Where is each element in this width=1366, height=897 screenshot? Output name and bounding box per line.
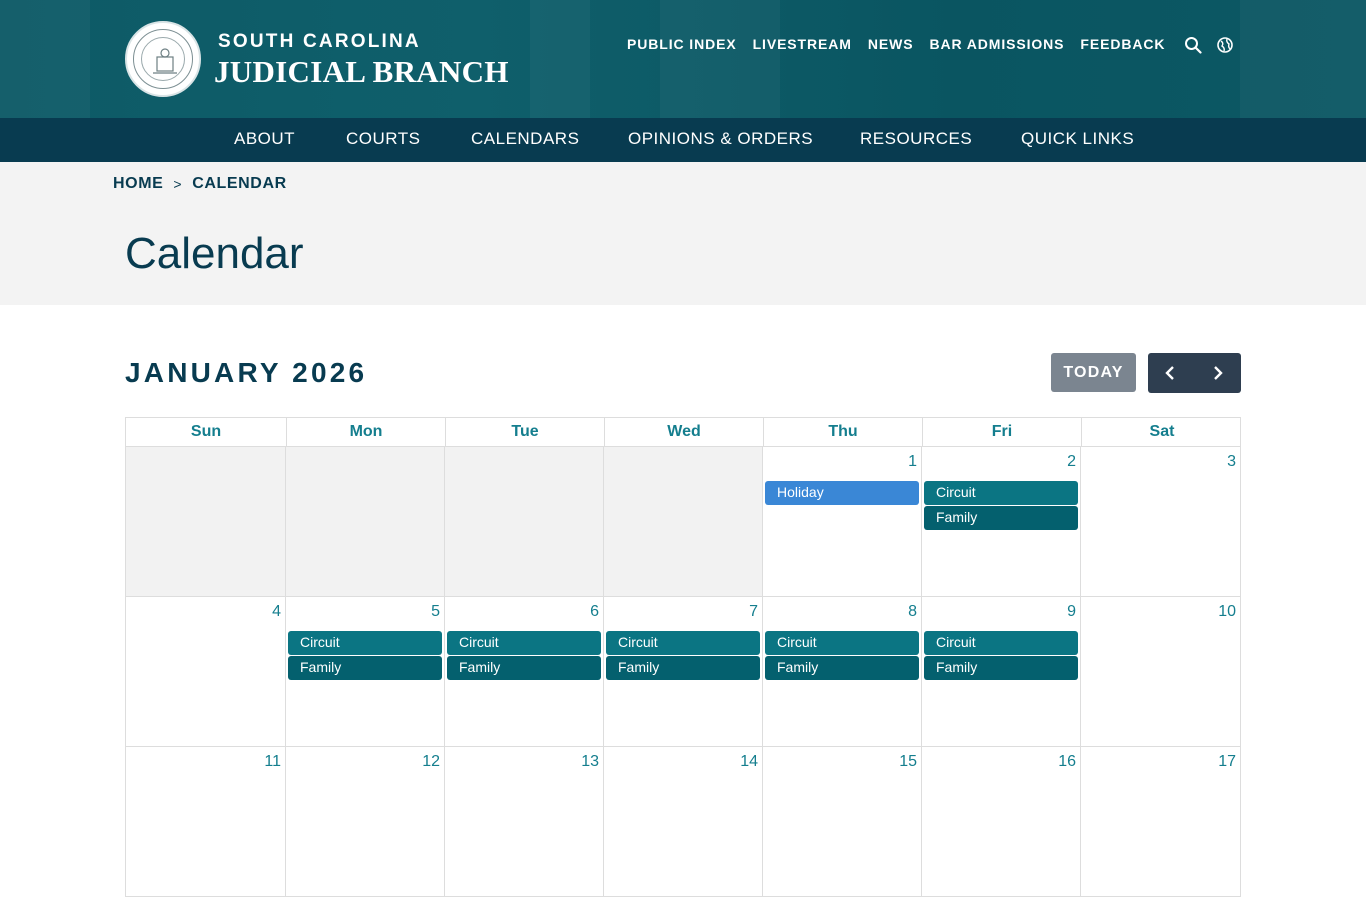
event-family[interactable]: Family (447, 656, 601, 680)
breadcrumb-current: CALENDAR (192, 175, 287, 192)
day-number[interactable]: 6 (590, 603, 599, 621)
nav-item-opinions-orders[interactable]: OPINIONS & ORDERS (628, 129, 813, 149)
day-number[interactable]: 7 (749, 603, 758, 621)
prev-month-button[interactable] (1148, 353, 1194, 393)
next-month-button[interactable] (1194, 353, 1240, 393)
day-number[interactable]: 15 (899, 753, 917, 771)
day-number[interactable]: 14 (740, 753, 758, 771)
brand-subtitle[interactable]: SOUTH CAROLINA (218, 31, 421, 53)
weekday-header: Sun Mon Tue Wed Thu Fri Sat (125, 417, 1241, 447)
weekday-fri: Fri (922, 418, 1081, 446)
calendar-month-label: JANUARY 2026 (125, 357, 368, 388)
chevron-right-icon (1214, 366, 1223, 380)
day-cell[interactable]: 12 (285, 747, 444, 897)
day-number[interactable]: 4 (272, 603, 281, 621)
nav-item-resources[interactable]: RESOURCES (860, 129, 972, 149)
page-title: Calendar (125, 229, 304, 278)
day-cell[interactable] (125, 447, 285, 597)
search-icon[interactable] (1184, 36, 1202, 54)
event-family[interactable]: Family (765, 656, 919, 680)
event-circuit[interactable]: Circuit (606, 631, 760, 655)
nav-item-calendars[interactable]: CALENDARS (471, 129, 579, 149)
breadcrumb: HOME > CALENDAR (113, 175, 287, 193)
event-circuit[interactable]: Circuit (447, 631, 601, 655)
nav-item-about[interactable]: ABOUT (234, 129, 295, 149)
month-pager (1148, 353, 1241, 393)
nav-item-courts[interactable]: COURTS (346, 129, 420, 149)
day-cell[interactable]: 10 (1080, 597, 1241, 747)
event-family[interactable]: Family (924, 506, 1078, 530)
day-cell[interactable]: 13 (444, 747, 603, 897)
day-number[interactable]: 2 (1067, 453, 1076, 471)
weekday-sun: Sun (190, 423, 222, 440)
day-cell[interactable]: 16 (921, 747, 1080, 897)
breadcrumb-separator: > (173, 176, 183, 192)
util-link-public-index[interactable]: PUBLIC INDEX (627, 36, 737, 52)
globe-icon[interactable] (1216, 36, 1234, 54)
day-number[interactable]: 10 (1218, 603, 1236, 621)
event-circuit[interactable]: Circuit (924, 481, 1078, 505)
util-link-livestream[interactable]: LIVESTREAM (753, 36, 852, 52)
chevron-left-icon (1165, 366, 1174, 380)
day-cell[interactable]: 1 Holiday (762, 447, 921, 597)
day-number[interactable]: 5 (431, 603, 440, 621)
event-circuit[interactable]: Circuit (765, 631, 919, 655)
main-nav: ABOUT COURTS CALENDARS OPINIONS & ORDERS… (0, 118, 1366, 162)
day-number[interactable]: 12 (422, 753, 440, 771)
day-number[interactable]: 11 (264, 753, 281, 771)
utility-nav: PUBLIC INDEX LIVESTREAM NEWS BAR ADMISSI… (627, 36, 1165, 52)
util-link-bar-admissions[interactable]: BAR ADMISSIONS (929, 36, 1064, 52)
day-cell[interactable]: 3 (1080, 447, 1241, 597)
court-seal-logo[interactable] (125, 21, 201, 97)
event-family[interactable]: Family (924, 656, 1078, 680)
day-cell[interactable]: 7 Circuit Family (603, 597, 762, 747)
breadcrumb-home[interactable]: HOME (113, 175, 163, 193)
day-cell[interactable] (603, 447, 762, 597)
day-cell[interactable]: 8 Circuit Family (762, 597, 921, 747)
day-cell[interactable]: 4 (125, 597, 285, 747)
util-link-feedback[interactable]: FEEDBACK (1080, 36, 1165, 52)
day-cell[interactable]: 6 Circuit Family (444, 597, 603, 747)
day-number[interactable]: 3 (1227, 453, 1236, 471)
weekday-tue: Tue (445, 418, 604, 446)
nav-item-quick-links[interactable]: QUICK LINKS (1021, 129, 1134, 149)
site-header: SOUTH CAROLINA JUDICIAL BRANCH PUBLIC IN… (0, 0, 1366, 118)
day-cell[interactable]: 14 (603, 747, 762, 897)
day-cell[interactable]: 5 Circuit Family (285, 597, 444, 747)
day-cell[interactable]: 15 (762, 747, 921, 897)
event-circuit[interactable]: Circuit (288, 631, 442, 655)
day-cell[interactable] (285, 447, 444, 597)
weekday-sat: Sat (1081, 418, 1242, 446)
brand-title[interactable]: JUDICIAL BRANCH (214, 54, 509, 90)
day-cell[interactable]: 11 (125, 747, 285, 897)
util-link-news[interactable]: NEWS (868, 36, 914, 52)
day-number[interactable]: 1 (908, 453, 917, 471)
day-cell[interactable]: 9 Circuit Family (921, 597, 1080, 747)
event-family[interactable]: Family (606, 656, 760, 680)
weekday-wed: Wed (604, 418, 763, 446)
weekday-mon: Mon (286, 418, 445, 446)
day-number[interactable]: 13 (581, 753, 599, 771)
event-holiday[interactable]: Holiday (765, 481, 919, 505)
day-number[interactable]: 17 (1218, 753, 1236, 771)
event-family[interactable]: Family (288, 656, 442, 680)
day-cell[interactable] (444, 447, 603, 597)
day-cell[interactable]: 2 Circuit Family (921, 447, 1080, 597)
weekday-thu: Thu (763, 418, 922, 446)
day-number[interactable]: 16 (1058, 753, 1076, 771)
event-circuit[interactable]: Circuit (924, 631, 1078, 655)
day-number[interactable]: 8 (908, 603, 917, 621)
day-number[interactable]: 9 (1067, 603, 1076, 621)
today-button[interactable]: TODAY (1051, 353, 1136, 392)
day-cell[interactable]: 17 (1080, 747, 1241, 897)
